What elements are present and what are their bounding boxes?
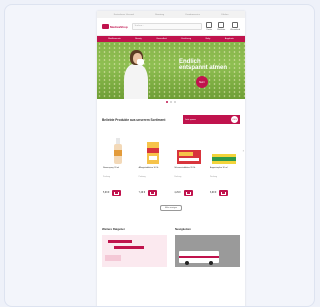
cart-icon <box>232 22 239 29</box>
site-header: MedicaShop Suchen... Konto Merkliste War… <box>97 18 245 36</box>
topstrip-item[interactable]: Kundenservice <box>186 14 200 16</box>
product-name[interactable]: Augentropfen 10 ml <box>210 167 227 175</box>
nav-item[interactable]: Medikamente <box>108 38 120 40</box>
delivery-van-stripe <box>179 256 219 258</box>
product-price: 5,99 € <box>103 192 110 194</box>
add-to-cart-button[interactable] <box>148 190 158 196</box>
news-image[interactable] <box>175 235 240 267</box>
nav-item[interactable]: Gesundheit <box>156 38 167 40</box>
bottom-teasers: Weitere Ratgeber Neuigkeiten <box>97 211 245 267</box>
topstrip-item[interactable]: Filialen <box>221 14 228 16</box>
carousel-dot[interactable] <box>174 101 176 103</box>
wishlist-icon <box>218 22 225 29</box>
account-icon <box>206 22 213 29</box>
ratgeber-stripe <box>108 240 132 243</box>
hero-tissue <box>137 59 144 65</box>
products-section-title: Beliebte Produkte aus unserem Sortiment <box>102 117 166 122</box>
product-meta: Packung <box>138 176 146 178</box>
spray-bottle-icon <box>113 138 122 164</box>
cart-icon <box>185 191 191 195</box>
product-card[interactable]: Schmerztabletten 20 St. Packung 4,29 € <box>174 136 203 196</box>
cart-icon <box>150 191 156 195</box>
wishlist-label: Merkliste <box>217 28 226 31</box>
hero-banner[interactable]: Endlich entspannt atmen Mehr <box>97 42 245 99</box>
logo-mark-icon <box>102 24 109 29</box>
cart-icon <box>221 191 227 195</box>
product-image[interactable] <box>210 136 239 164</box>
product-name[interactable]: Allergietabletten 10 St. <box>139 167 159 175</box>
product-card[interactable]: Allergietabletten 10 St. Packung 7,49 € <box>139 136 168 196</box>
search-input[interactable]: Suchen... <box>131 23 203 30</box>
product-name[interactable]: Schmerztabletten 20 St. <box>174 167 195 175</box>
product-card[interactable]: Augentropfen 10 ml Packung 6,99 € <box>210 136 239 196</box>
news-teaser[interactable]: Neuigkeiten <box>175 227 240 267</box>
add-to-cart-button[interactable] <box>183 190 193 196</box>
product-price: 4,29 € <box>174 192 181 194</box>
promo-discount-badge: -20% <box>231 116 238 123</box>
cart-button[interactable]: Warenkorb <box>230 22 240 31</box>
wheel <box>209 261 213 265</box>
hero-cta-button[interactable]: Mehr <box>196 76 208 88</box>
nav-item[interactable]: Beauty <box>135 38 141 40</box>
header-icons: Konto Merkliste Warenkorb <box>206 22 240 31</box>
wheel <box>185 261 189 265</box>
add-to-cart-button[interactable] <box>219 190 229 196</box>
promo-banner[interactable]: Jetzt sparen -20% <box>183 115 240 124</box>
product-carousel: Nasenspray 20 ml Packung 5,99 € Allergie… <box>97 124 245 196</box>
product-image[interactable] <box>139 136 168 164</box>
preview-card: Kostenloser Versand Beratung Kundenservi… <box>4 4 315 307</box>
product-image[interactable] <box>174 136 203 164</box>
account-label: Konto <box>206 28 212 31</box>
products-section-header: Beliebte Produkte aus unserem Sortiment … <box>97 107 245 124</box>
nav-item[interactable]: Angebote <box>225 38 234 40</box>
product-price: 6,99 € <box>209 192 217 194</box>
logo-text: MedicaShop <box>110 24 128 29</box>
product-buy-row: 7,49 € <box>138 190 158 196</box>
product-meta: Packung <box>209 176 217 178</box>
ratgeber-block <box>105 255 121 261</box>
hero-title: Endlich entspannt atmen <box>179 59 228 72</box>
show-more-button[interactable]: Mehr anzeigen <box>160 205 182 211</box>
carousel-dots <box>97 101 245 103</box>
cart-label: Warenkorb <box>230 28 240 31</box>
product-card[interactable]: Nasenspray 20 ml Packung 5,99 € <box>103 136 132 196</box>
product-buy-row: 5,99 € <box>103 190 122 196</box>
nav-item[interactable]: Baby <box>206 38 211 40</box>
ratgeber-teaser[interactable]: Weitere Ratgeber <box>102 227 167 267</box>
ratgeber-title: Weitere Ratgeber <box>102 227 125 231</box>
wishlist-button[interactable]: Merkliste <box>217 22 225 31</box>
product-meta: Packung <box>103 176 110 178</box>
product-price: 7,49 € <box>138 192 146 194</box>
nav-item[interactable]: Ernährung <box>181 38 191 40</box>
ratgeber-stripe <box>114 246 144 249</box>
topstrip-item[interactable]: Kostenloser Versand <box>114 14 134 16</box>
cart-icon <box>114 191 120 195</box>
product-image[interactable] <box>103 136 132 164</box>
carousel-next-icon[interactable]: › <box>243 148 244 153</box>
product-meta: Packung <box>174 176 182 178</box>
carousel-dot-active[interactable] <box>166 101 168 103</box>
top-info-strip: Kostenloser Versand Beratung Kundenservi… <box>97 11 245 18</box>
medicine-box-icon <box>212 154 237 164</box>
site-logo[interactable]: MedicaShop <box>102 24 128 29</box>
news-title: Neuigkeiten <box>175 227 191 231</box>
add-to-cart-button[interactable] <box>112 190 122 196</box>
webpage-preview: Kostenloser Versand Beratung Kundenservi… <box>97 11 245 306</box>
topstrip-item[interactable]: Beratung <box>155 14 164 16</box>
medicine-box-icon <box>176 150 201 164</box>
hero-person-body <box>124 64 148 99</box>
account-button[interactable]: Konto <box>206 22 213 31</box>
ratgeber-image[interactable] <box>102 235 167 267</box>
product-buy-row: 4,29 € <box>174 190 193 196</box>
carousel-dot[interactable] <box>170 101 172 103</box>
product-name[interactable]: Nasenspray 20 ml <box>103 167 119 175</box>
promo-text: Jetzt sparen <box>185 118 196 121</box>
medicine-box-icon <box>147 142 160 164</box>
product-buy-row: 6,99 € <box>209 190 229 196</box>
